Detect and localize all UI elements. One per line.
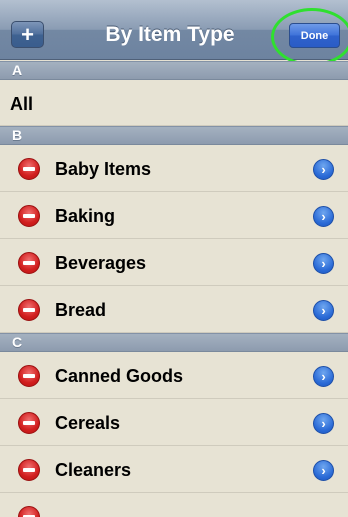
plus-icon: + — [21, 21, 34, 47]
done-highlight-circle — [271, 8, 348, 66]
list-item-label: Baby Items — [55, 159, 152, 179]
list-item-label: Bread — [55, 300, 107, 320]
chevron-right-icon[interactable]: › — [313, 206, 334, 227]
section-header-b: B — [0, 126, 348, 145]
delete-icon[interactable] — [18, 158, 40, 180]
list-item[interactable]: Cleaners › — [0, 446, 348, 493]
list-item-label: All — [10, 94, 34, 114]
list-item-label: Cereals — [55, 413, 121, 433]
list-item-partial[interactable] — [0, 493, 348, 517]
page-title: By Item Type — [105, 23, 235, 46]
delete-icon[interactable] — [18, 252, 40, 274]
list-item[interactable]: Beverages › — [0, 239, 348, 286]
list-item[interactable]: Baby Items › — [0, 145, 348, 192]
navigation-bar: + By Item Type Done — [0, 0, 348, 66]
list-item-label: Baking — [55, 206, 116, 226]
list-item[interactable]: All — [0, 80, 348, 126]
chevron-right-icon[interactable]: › — [313, 460, 334, 481]
chevron-right-icon[interactable]: › — [313, 159, 334, 180]
chevron-right-icon[interactable]: › — [313, 253, 334, 274]
delete-icon[interactable] — [18, 459, 40, 481]
delete-icon[interactable] — [18, 412, 40, 434]
section-header-a: A — [0, 61, 348, 80]
delete-icon[interactable] — [18, 365, 40, 387]
list-item[interactable]: Baking › — [0, 192, 348, 239]
delete-icon[interactable] — [18, 506, 40, 517]
add-button[interactable]: + — [11, 21, 44, 48]
list-item-label: Cleaners — [55, 460, 132, 480]
delete-icon[interactable] — [18, 205, 40, 227]
chevron-right-icon[interactable]: › — [313, 413, 334, 434]
list-item[interactable]: Canned Goods › — [0, 352, 348, 399]
delete-icon[interactable] — [18, 299, 40, 321]
section-header-c: C — [0, 333, 348, 352]
list-item-label: Canned Goods — [55, 366, 184, 386]
chevron-right-icon[interactable]: › — [313, 366, 334, 387]
list-item[interactable]: Cereals › — [0, 399, 348, 446]
chevron-right-icon[interactable]: › — [313, 300, 334, 321]
list-item-label: Beverages — [55, 253, 147, 273]
list-item[interactable]: Bread › — [0, 286, 348, 333]
item-type-list: A All B Baby Items › Baking › Beverages … — [0, 61, 348, 517]
